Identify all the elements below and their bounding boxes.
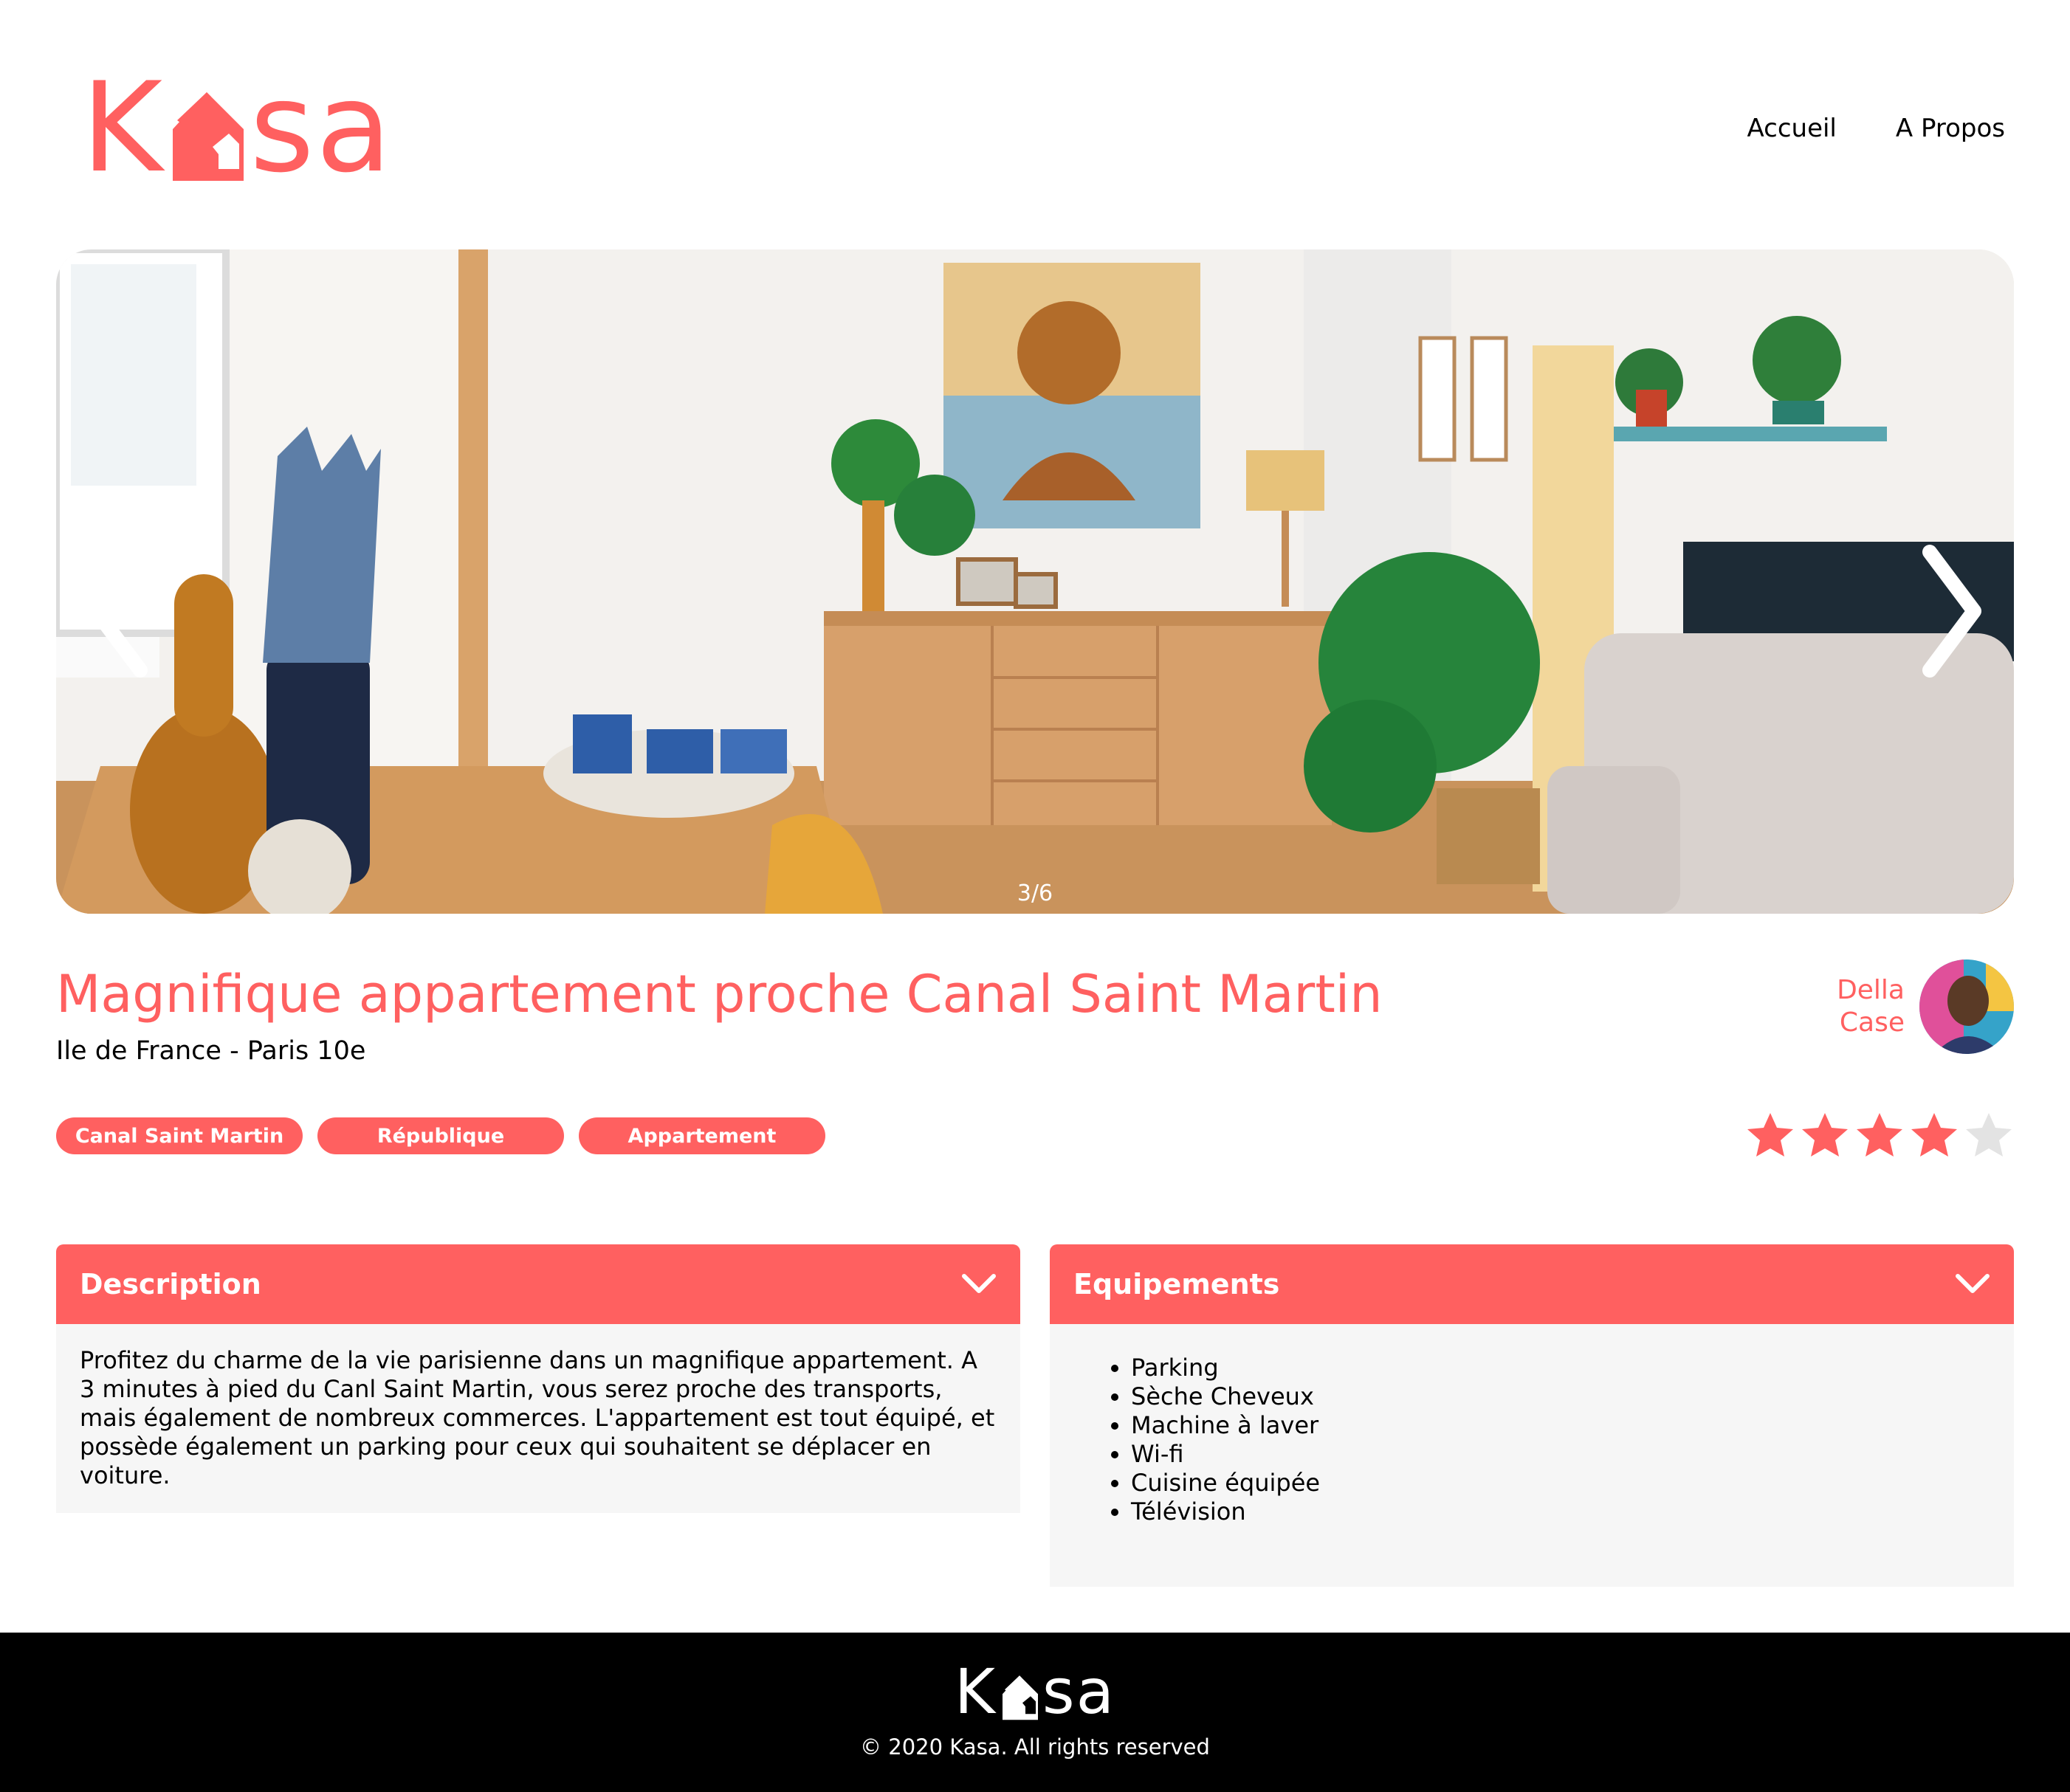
avatar (1919, 959, 2014, 1054)
description-body: Profitez du charme de la vie parisienne … (56, 1324, 1020, 1513)
host-last-name: Case (1839, 1007, 1905, 1038)
star-filled-icon (1747, 1113, 1793, 1157)
description-title: Description (80, 1268, 261, 1300)
description-collapse: Description Profitez du charme de la vie… (56, 1244, 1020, 1513)
equipments-list: Parking Sèche Cheveux Machine à laver Wi… (1073, 1354, 1990, 1526)
star-empty-icon (1966, 1113, 2012, 1157)
description-toggle[interactable]: Description (56, 1244, 1020, 1324)
chevron-right-icon[interactable] (1913, 537, 1995, 685)
star-filled-icon (1857, 1113, 1902, 1157)
tag-list: Canal Saint Martin République Appartemen… (56, 1117, 825, 1154)
tag: Canal Saint Martin (56, 1117, 303, 1154)
host-info: Della Case (1837, 959, 2014, 1054)
slide-counter: 3/6 (1017, 881, 1053, 906)
star-rating (1745, 1110, 2014, 1160)
listing-location: Ile de France - Paris 10e (56, 1036, 366, 1066)
host-name: Della Case (1837, 974, 1905, 1039)
star-filled-icon (1911, 1113, 1957, 1157)
kasa-logo[interactable]: K sa (81, 55, 393, 200)
nav-about-link[interactable]: A Propos (1896, 114, 2005, 143)
equipments-toggle[interactable]: Equipements (1050, 1244, 2014, 1324)
list-item: Wi-fi (1131, 1440, 1990, 1469)
listing-title: Magnifique appartement proche Canal Sain… (56, 964, 1383, 1024)
equipments-body: Parking Sèche Cheveux Machine à laver Wi… (1050, 1324, 2014, 1587)
footer: K sa © 2020 Kasa. All rights reserved (0, 1633, 2070, 1792)
house-icon (173, 92, 244, 181)
list-item: Télévision (1131, 1498, 1990, 1526)
logo-letter-k: K (954, 1655, 997, 1728)
copyright-text: © 2020 Kasa. All rights reserved (860, 1734, 1210, 1760)
house-icon (1002, 1675, 1038, 1720)
logo-letter-k: K (81, 55, 165, 200)
equipments-title: Equipements (1073, 1268, 1280, 1300)
chevron-down-icon[interactable] (1955, 1273, 1990, 1295)
list-item: Sèche Cheveux (1131, 1382, 1990, 1411)
header: K sa Accueil A Propos (0, 0, 2070, 236)
main-nav: Accueil A Propos (1747, 114, 2005, 143)
list-item: Parking (1131, 1354, 1990, 1382)
nav-home-link[interactable]: Accueil (1747, 114, 1836, 143)
list-item: Cuisine équipée (1131, 1469, 1990, 1498)
list-item: Machine à laver (1131, 1411, 1990, 1440)
apartment-photo (56, 249, 2014, 914)
star-filled-icon (1802, 1113, 1848, 1157)
chevron-left-icon[interactable] (75, 537, 157, 685)
chevron-down-icon[interactable] (961, 1273, 997, 1295)
logo-letters-sa: sa (1042, 1655, 1116, 1728)
host-first-name: Della (1837, 975, 1905, 1005)
footer-logo: K sa (0, 1655, 2070, 1728)
tag: République (317, 1117, 564, 1154)
equipments-collapse: Equipements Parking Sèche Cheveux Machin… (1050, 1244, 2014, 1587)
tag: Appartement (579, 1117, 825, 1154)
image-carousel: 3/6 (56, 249, 2014, 914)
logo-letters-sa: sa (250, 55, 393, 200)
